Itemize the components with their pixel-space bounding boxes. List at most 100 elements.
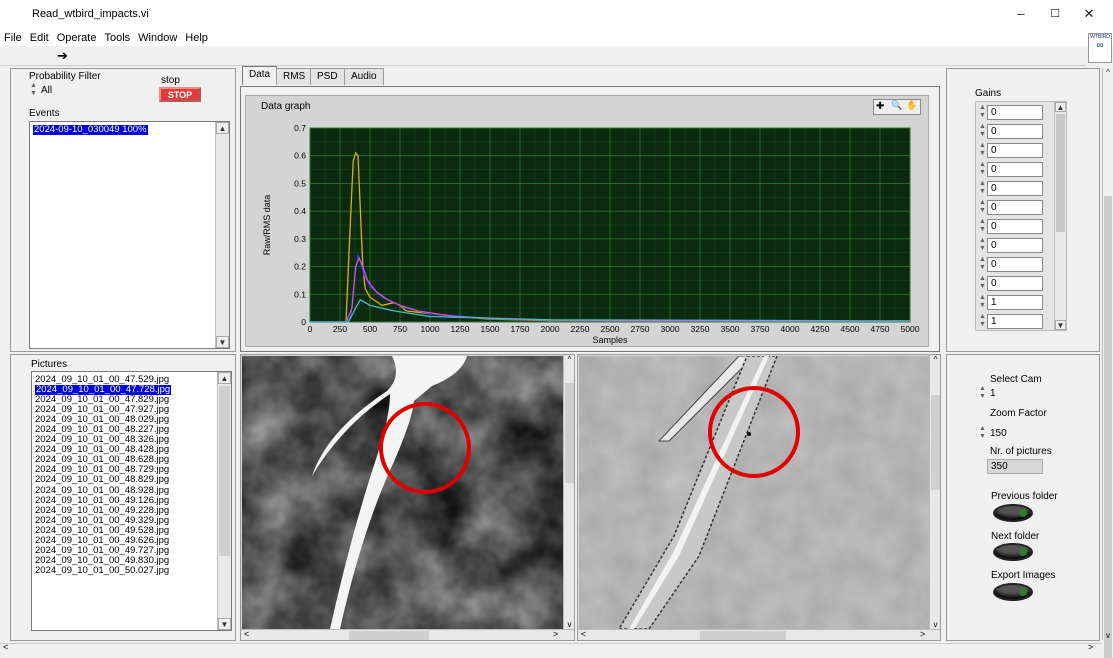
gain-stepper[interactable]: ▲ ▼ <box>978 237 987 255</box>
tab-data[interactable]: Data <box>242 66 278 85</box>
scroll-left-icon[interactable]: < <box>581 629 586 639</box>
x-tick-label: 2750 <box>631 324 650 334</box>
scroll-down-icon[interactable]: ▼ <box>218 618 231 630</box>
gain-stepper[interactable]: ▲ ▼ <box>978 313 987 331</box>
list-item[interactable]: 2024_09_10_01_00_50.027.jpg <box>32 564 231 576</box>
gain-stepper[interactable]: ▲ ▼ <box>978 256 987 274</box>
gains-scroll-thumb[interactable] <box>1056 114 1065 232</box>
run-arrow-icon[interactable]: ➔ <box>57 48 68 64</box>
gains-scrollbar[interactable]: ▲ ▼ <box>1054 102 1066 330</box>
camera-left-vscroll[interactable]: ^ v <box>563 355 574 629</box>
select-cam-value[interactable]: 1 <box>987 387 1045 402</box>
stop-button[interactable]: STOP <box>159 87 201 102</box>
menu-file[interactable]: File <box>0 30 26 46</box>
scroll-right-icon[interactable]: > <box>1088 642 1093 652</box>
gain-stepper[interactable]: ▲ ▼ <box>978 104 987 122</box>
gain-input[interactable]: 1 <box>987 314 1043 329</box>
scroll-up-icon[interactable]: ^ <box>1103 68 1113 77</box>
gain-stepper[interactable]: ▲ ▼ <box>978 180 987 198</box>
camera-left-vthumb[interactable] <box>565 383 574 483</box>
camera-left-hscroll[interactable]: < > <box>241 629 574 640</box>
scroll-down-icon[interactable]: v <box>564 620 574 629</box>
camera-left-hthumb[interactable] <box>349 631 429 640</box>
gain-row: ▲ ▼ 0 <box>976 256 1056 272</box>
gain-input[interactable]: 0 <box>987 200 1043 215</box>
camera-left-image <box>242 356 563 629</box>
scroll-up-icon[interactable]: ^ <box>564 355 574 364</box>
maximize-icon[interactable]: ☐ <box>1047 6 1063 22</box>
camera-right-panel: ^ v < > <box>577 354 941 641</box>
export-images-label: Export Images <box>991 570 1056 581</box>
scroll-up-icon[interactable]: ^ <box>930 355 940 364</box>
tab-psd[interactable]: PSD <box>310 68 345 85</box>
scroll-up-icon[interactable]: ▲ <box>218 372 231 384</box>
camera-right-hscroll[interactable]: < > <box>578 629 940 640</box>
menu-edit[interactable]: Edit <box>26 30 53 46</box>
scroll-down-icon[interactable]: v <box>930 620 940 629</box>
gain-stepper[interactable]: ▲ ▼ <box>978 142 987 160</box>
gain-input[interactable]: 0 <box>987 181 1043 196</box>
events-list[interactable]: 2024-09-10_030049 100% ▲ ▼ <box>29 121 230 349</box>
next-folder-button[interactable] <box>993 543 1033 561</box>
menu-operate[interactable]: Operate <box>53 30 101 46</box>
window-title: Read_wtbird_impacts.vi <box>32 8 149 20</box>
gain-input[interactable]: 0 <box>987 124 1043 139</box>
menu-tools[interactable]: Tools <box>100 30 134 46</box>
menu-help[interactable]: Help <box>181 30 212 46</box>
gain-stepper[interactable]: ▲ ▼ <box>978 123 987 141</box>
window-scrollbar[interactable]: ^ v <box>1102 68 1113 658</box>
export-images-button[interactable] <box>993 583 1033 601</box>
window-hscroll[interactable]: < > <box>0 642 1102 655</box>
pictures-scrollbar[interactable]: ▲ ▼ <box>217 372 231 630</box>
data-tab-panel: Data graph ✚ 🔍 ✋ 0 250 500 750 1000 1250 1500 1… <box>240 86 940 352</box>
data-graph-chart[interactable]: 0 250 500 750 1000 1250 1500 1750 2000 2250 2500 27… <box>246 96 930 348</box>
gain-input[interactable]: 0 <box>987 162 1043 177</box>
scroll-left-icon[interactable]: < <box>3 642 8 652</box>
y-tick-label: 0.7 <box>294 123 306 133</box>
pictures-scroll-thumb[interactable] <box>219 386 230 556</box>
gain-stepper[interactable]: ▲ ▼ <box>978 199 987 217</box>
x-tick-label: 2500 <box>601 324 620 334</box>
menu-window[interactable]: Window <box>134 30 181 46</box>
events-scrollbar[interactable]: ▲ ▼ <box>215 122 229 348</box>
scroll-down-icon[interactable]: ▼ <box>216 336 229 348</box>
gain-input[interactable]: 0 <box>987 219 1043 234</box>
zoom-factor-value[interactable]: 150 <box>987 427 1045 442</box>
scroll-up-icon[interactable]: ▲ <box>216 122 229 134</box>
gain-input[interactable]: 0 <box>987 238 1043 253</box>
probability-filter-stepper[interactable]: ▲ ▼ <box>29 82 38 100</box>
gain-input[interactable]: 0 <box>987 143 1043 158</box>
previous-folder-button[interactable] <box>993 504 1033 522</box>
camera-right-vscroll[interactable]: ^ v <box>929 355 940 629</box>
gain-input[interactable]: 0 <box>987 105 1043 120</box>
minimize-icon[interactable]: – <box>1013 6 1029 22</box>
scroll-down-icon[interactable]: v <box>1103 631 1113 640</box>
scroll-right-icon[interactable]: > <box>920 629 925 639</box>
gain-stepper[interactable]: ▲ ▼ <box>978 218 987 236</box>
scroll-left-icon[interactable]: < <box>244 629 249 639</box>
gain-stepper[interactable]: ▲ ▼ <box>978 161 987 179</box>
scroll-up-icon[interactable]: ▲ <box>1055 102 1066 112</box>
camera-right-hthumb[interactable] <box>700 631 786 640</box>
gain-input[interactable]: 0 <box>987 257 1043 272</box>
zoom-factor-stepper[interactable]: ▲ ▼ <box>978 425 987 443</box>
tab-audio[interactable]: Audio <box>344 68 384 85</box>
probability-filter-value[interactable]: All <box>38 84 90 99</box>
select-cam-stepper[interactable]: ▲ ▼ <box>978 385 987 403</box>
scroll-down-icon[interactable]: ▼ <box>1055 320 1066 330</box>
tab-rms[interactable]: RMS <box>276 68 313 85</box>
gain-stepper[interactable]: ▲ ▼ <box>978 275 987 293</box>
gain-input[interactable]: 1 <box>987 295 1043 310</box>
pictures-label: Pictures <box>31 359 68 370</box>
picture-filename: 2024_09_10_01_00_50.027.jpg <box>35 564 170 576</box>
camera-right-vthumb[interactable] <box>931 395 940 490</box>
window-scroll-thumb[interactable] <box>1104 196 1112 658</box>
gain-stepper[interactable]: ▲ ▼ <box>978 294 987 312</box>
pictures-list[interactable]: 2024_09_10_01_00_47.529.jpg 2024_09_10_01… <box>31 371 232 631</box>
close-icon[interactable]: ✕ <box>1081 6 1097 22</box>
gain-input[interactable]: 0 <box>987 276 1043 291</box>
y-tick-label: 0.4 <box>294 206 306 216</box>
list-item[interactable]: 2024-09-10_030049 100% <box>33 124 148 136</box>
gain-row: ▲ ▼ 0 <box>976 199 1056 215</box>
scroll-right-icon[interactable]: > <box>553 629 558 639</box>
